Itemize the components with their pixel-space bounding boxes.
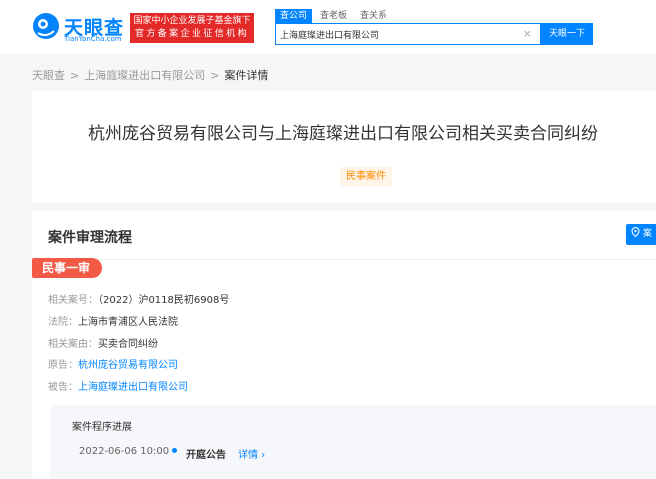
breadcrumb: 天眼查 > 上海庭璨进出口有限公司 > 案件详情 [32,67,268,83]
top-header: 天眼查 TianYanCha.com 国家中小企业发展子基金旗下 官方备案企业征… [0,0,656,54]
progress-event: 开庭公告 [186,450,226,461]
case-map-button-label: 案 [642,229,652,239]
plaintiff-row: 原告：杭州庞谷贸易有限公司 [48,356,178,371]
breadcrumb-separator: > [70,69,80,82]
progress-detail-link[interactable]: 详情 › [238,446,265,461]
search-box: × [275,23,541,45]
defendant-row: 被告：上海庭璨进出口有限公司 [48,378,188,393]
badge-line-1: 国家中小企业发展子基金旗下 [133,16,251,26]
location-pin-icon [631,226,640,238]
case-number-label: 相关案号： [48,295,98,306]
case-number-value: （2022）沪0118民初6908号 [98,295,230,306]
search-input[interactable] [280,27,510,41]
breadcrumb-home[interactable]: 天眼查 [32,69,65,82]
case-type-tag: 民事案件 [340,167,392,186]
court-value: 上海市青浦区人民法院 [78,317,178,328]
clear-icon[interactable]: × [523,28,532,40]
tab-boss[interactable]: 查老板 [315,9,352,23]
tianyancha-logo-icon [33,13,59,39]
badge-line-2: 官方备案企业征信机构 [134,29,249,39]
divider [32,259,656,260]
defendant-label: 被告： [48,382,78,393]
progress-box: 案件程序进展 2022-06-06 10:00 开庭公告 详情 › [50,405,656,479]
search-button[interactable]: 天眼一下 [541,23,593,45]
court-label: 法院： [48,317,78,328]
cause-label: 相关案由： [48,339,98,350]
tab-company[interactable]: 查公司 [275,9,313,23]
logo-subtext: TianYanCha.com [64,35,122,43]
breadcrumb-current: 案件详情 [224,69,269,82]
progress-title: 案件程序进展 [72,422,132,433]
case-header-card: 杭州庞谷贸易有限公司与上海庭璨进出口有限公司相关买卖合同纠纷 民事案件 [32,91,656,203]
stage-badge: 民事一审 [32,258,103,278]
logo[interactable]: 天眼查 TianYanCha.com [32,12,128,44]
cause-value: 买卖合同纠纷 [98,339,158,350]
cause-row: 相关案由：买卖合同纠纷 [48,335,158,350]
breadcrumb-separator: > [210,69,220,82]
section-title: 案件审理流程 [48,230,132,246]
progress-date: 2022-06-06 10:00 [79,446,170,457]
plaintiff-label: 原告： [48,360,78,371]
defendant-link[interactable]: 上海庭璨进出口有限公司 [78,382,188,393]
breadcrumb-company[interactable]: 上海庭璨进出口有限公司 [84,69,205,82]
court-row: 法院：上海市青浦区人民法院 [48,313,178,328]
case-title: 杭州庞谷贸易有限公司与上海庭璨进出口有限公司相关买卖合同纠纷 [88,124,598,144]
timeline-dot-icon [172,448,177,453]
case-number-row: 相关案号：（2022）沪0118民初6908号 [48,291,229,306]
tab-relation[interactable]: 查关系 [355,9,392,23]
certification-badge: 国家中小企业发展子基金旗下 官方备案企业征信机构 [130,13,254,43]
plaintiff-link[interactable]: 杭州庞谷贸易有限公司 [78,360,178,371]
case-map-button[interactable]: 案 [626,224,656,245]
